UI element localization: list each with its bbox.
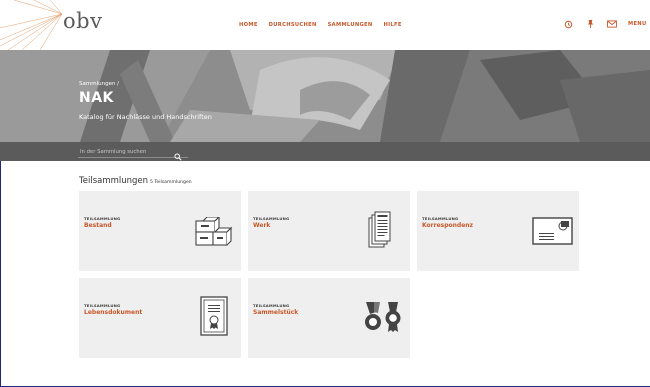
breadcrumb[interactable]: Sammlungen / — [79, 81, 119, 87]
menu-button[interactable]: MENU — [628, 21, 646, 27]
nav-home[interactable]: HOME — [239, 22, 258, 28]
header-tools: MENU — [561, 17, 646, 31]
search-bar — [0, 142, 650, 161]
card-name: Sammelstück — [253, 309, 299, 316]
envelope-icon — [532, 217, 573, 245]
card-tag: TEILSAMMLUNG — [253, 303, 290, 308]
card-lebensdokument[interactable]: TEILSAMMLUNG Lebensdokument — [79, 278, 241, 358]
main-nav: HOME DURCHSUCHEN SAMMLUNGEN HILFE — [239, 22, 413, 28]
nav-sammlungen[interactable]: SAMMLUNGEN — [328, 22, 373, 28]
document-stack-icon — [368, 211, 391, 248]
certificate-icon — [200, 296, 228, 336]
page-title: NAK — [79, 90, 114, 106]
archive-boxes-icon — [195, 217, 233, 246]
card-name: Korrespondenz — [422, 222, 474, 229]
card-sammelstueck[interactable]: TEILSAMMLUNG Sammelstück — [248, 278, 410, 358]
section-count: 5 Teilsammlungen — [150, 180, 192, 185]
nav-hilfe[interactable]: HILFE — [384, 22, 402, 28]
site-logo[interactable]: obv — [63, 9, 102, 33]
card-tag: TEILSAMMLUNG — [84, 216, 121, 221]
card-bestand[interactable]: TEILSAMMLUNG Bestand — [79, 191, 241, 271]
mail-icon[interactable] — [605, 17, 619, 31]
card-tag: TEILSAMMLUNG — [422, 216, 459, 221]
card-tag: TEILSAMMLUNG — [253, 216, 290, 221]
hero-banner: Sammlungen / NAK Katalog für Nachlässe u… — [0, 50, 650, 142]
card-name: Bestand — [84, 222, 112, 229]
nav-durchsuchen[interactable]: DURCHSUCHEN — [269, 22, 317, 28]
pin-icon[interactable] — [583, 17, 597, 31]
history-icon[interactable] — [561, 17, 575, 31]
card-werk[interactable]: TEILSAMMLUNG Werk — [248, 191, 410, 271]
card-tag: TEILSAMMLUNG — [84, 303, 121, 308]
page-subtitle: Katalog für Nachlässe und Handschriften — [79, 113, 212, 121]
card-name: Lebensdokument — [84, 309, 143, 316]
section-title: Teilsammlungen — [79, 176, 149, 186]
site-header: obv HOME DURCHSUCHEN SAMMLUNGEN HILFE ME… — [0, 0, 650, 50]
card-korrespondenz[interactable]: TEILSAMMLUNG Korrespondenz — [417, 191, 579, 271]
search-input[interactable] — [80, 147, 170, 157]
medals-icon — [365, 302, 401, 332]
card-name: Werk — [253, 222, 271, 229]
search-icon[interactable] — [174, 146, 184, 161]
search-field — [78, 145, 188, 161]
